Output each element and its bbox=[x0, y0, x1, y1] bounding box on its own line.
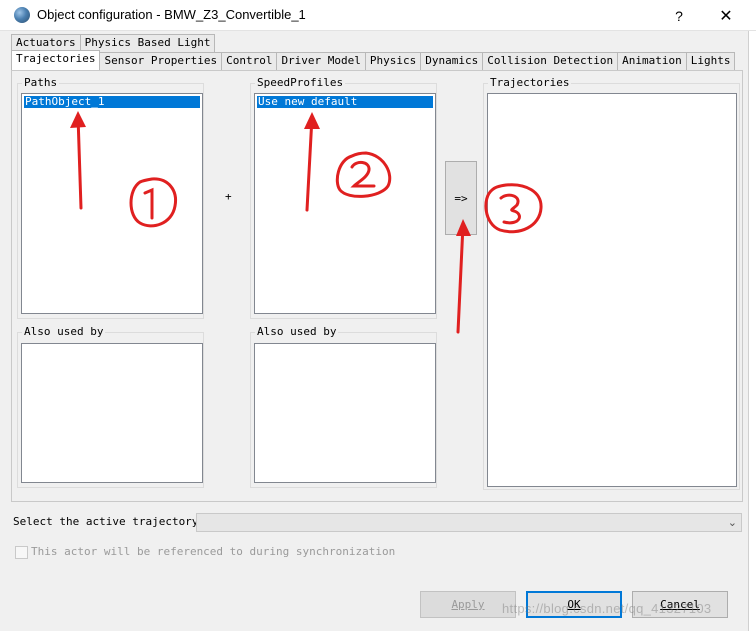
tab-control[interactable]: Control bbox=[221, 52, 278, 70]
paths-title: Paths bbox=[22, 76, 60, 89]
title-bar: Object configuration - BMW_Z3_Convertibl… bbox=[0, 0, 756, 31]
paths-list[interactable]: PathObject_1 bbox=[21, 93, 203, 314]
window-title: Object configuration - BMW_Z3_Convertibl… bbox=[37, 7, 306, 22]
paths-also-used-title: Also used by bbox=[22, 325, 106, 338]
close-button[interactable]: ✕ bbox=[703, 0, 749, 31]
plus-label: + bbox=[225, 190, 232, 203]
sync-checkbox-label: This actor will be referenced to during … bbox=[31, 545, 396, 558]
select-active-trajectory-label: Select the active trajectory: bbox=[13, 515, 206, 528]
background-window-edge bbox=[748, 31, 756, 631]
combine-trajectory-button[interactable]: => bbox=[445, 161, 477, 235]
apply-button-label: Apply bbox=[451, 598, 485, 611]
tab-collision-detection[interactable]: Collision Detection bbox=[482, 52, 619, 70]
tab-physics[interactable]: Physics bbox=[364, 52, 422, 70]
trajectories-list[interactable] bbox=[487, 93, 737, 487]
paths-also-used-list[interactable] bbox=[21, 343, 203, 483]
list-item-use-new-default[interactable]: Use new default bbox=[257, 96, 433, 108]
sync-checkbox[interactable] bbox=[15, 546, 28, 559]
active-trajectory-select[interactable]: ⌄ bbox=[196, 513, 742, 532]
speed-profiles-list[interactable]: Use new default bbox=[254, 93, 436, 314]
tab-sensor-properties[interactable]: Sensor Properties bbox=[99, 52, 223, 70]
list-item-path-object-1[interactable]: PathObject_1 bbox=[24, 96, 200, 108]
speed-profiles-also-used-list[interactable] bbox=[254, 343, 436, 483]
tab-driver-model[interactable]: Driver Model bbox=[276, 52, 366, 70]
app-globe-icon bbox=[14, 7, 30, 23]
help-button[interactable]: ? bbox=[656, 0, 702, 31]
trajectories-title: Trajectories bbox=[488, 76, 572, 89]
tab-row-2: Trajectories Sensor Properties Control D… bbox=[11, 50, 736, 70]
tab-lights[interactable]: Lights bbox=[685, 52, 736, 70]
tab-dynamics[interactable]: Dynamics bbox=[420, 52, 484, 70]
watermark-text: https://blog.csdn.net/qq_41327103 bbox=[502, 601, 712, 616]
chevron-down-icon[interactable]: ⌄ bbox=[728, 514, 737, 532]
speed-profiles-also-used-title: Also used by bbox=[255, 325, 339, 338]
speed-profiles-title: SpeedProfiles bbox=[255, 76, 346, 89]
tab-animation[interactable]: Animation bbox=[617, 52, 687, 70]
tab-trajectories[interactable]: Trajectories bbox=[11, 50, 101, 70]
